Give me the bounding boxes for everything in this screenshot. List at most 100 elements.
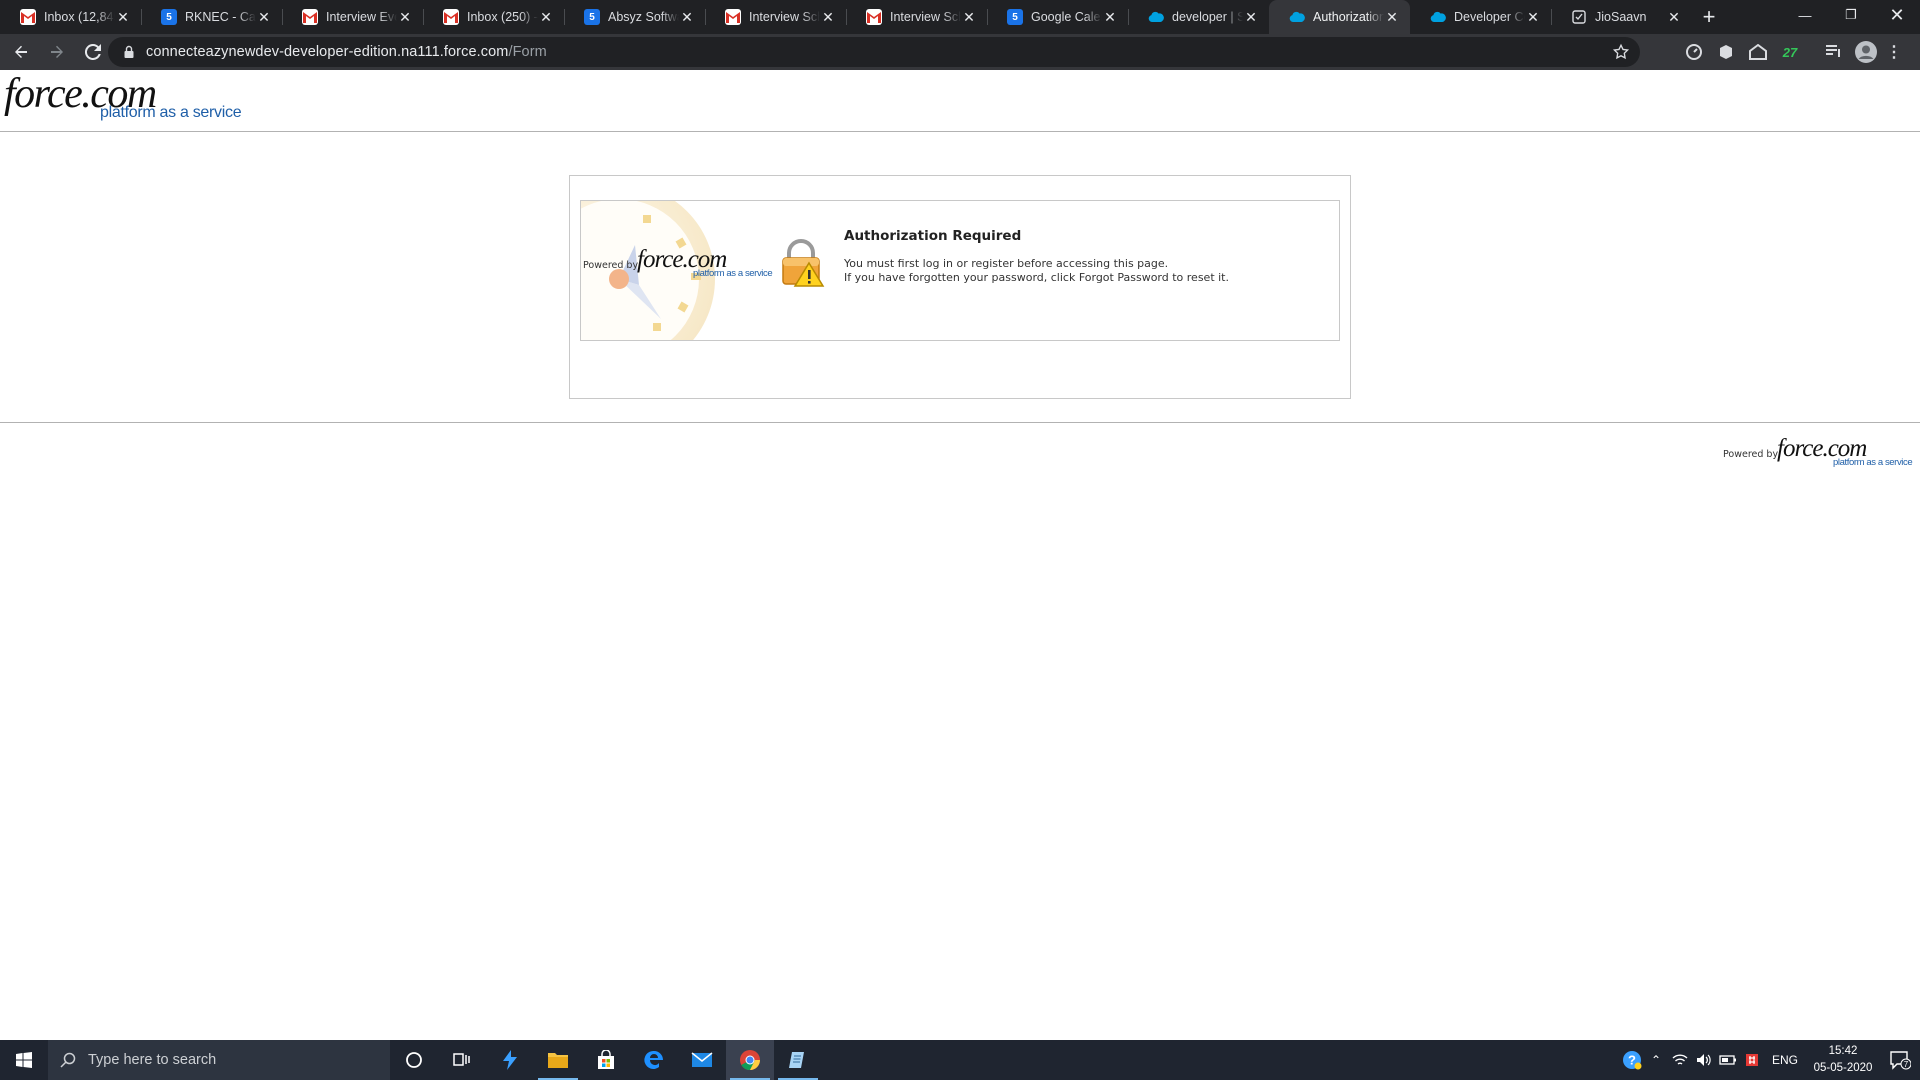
- gmail-icon: [302, 9, 318, 25]
- taskbar-edge[interactable]: [630, 1040, 678, 1080]
- lock-icon[interactable]: [122, 45, 136, 59]
- clock-time: 15:42: [1828, 1045, 1858, 1057]
- extension-speedometer-icon[interactable]: [1678, 34, 1710, 70]
- tab-9[interactable]: Authorization ✕: [1269, 0, 1410, 34]
- tab-close-icon[interactable]: ✕: [256, 9, 272, 25]
- salesforce-cloud-icon: [1289, 9, 1305, 25]
- tab-close-icon[interactable]: ✕: [961, 9, 977, 25]
- tab-title: Authorization: [1313, 10, 1384, 24]
- tab-close-icon[interactable]: ✕: [679, 9, 695, 25]
- minimize-icon[interactable]: —: [1782, 0, 1828, 30]
- tab-1[interactable]: 5 RKNEC - Calendar✕: [141, 0, 282, 34]
- salesforce-cloud-icon: [1148, 9, 1164, 25]
- tab-title: Google Calendar: [1031, 10, 1102, 24]
- tab-close-icon[interactable]: ✕: [1243, 9, 1259, 25]
- gmail-icon: [20, 9, 36, 25]
- close-window-icon[interactable]: ✕: [1874, 0, 1920, 30]
- tab-close-icon[interactable]: ✕: [820, 9, 836, 25]
- powered-by-force-footer[interactable]: Powered by force.com platform as a servi…: [1723, 435, 1913, 471]
- auth-message-line-2: If you have forgotten your password, cli…: [844, 271, 1229, 284]
- clock-date: 05-05-2020: [1813, 1062, 1873, 1074]
- tab-title: RKNEC - Calendar: [185, 10, 256, 24]
- media-queue-icon[interactable]: [1818, 34, 1850, 70]
- gmail-icon: [866, 9, 882, 25]
- browser-toolbar: connecteazynewdev-developer-edition.na11…: [0, 34, 1920, 70]
- edge-icon: [644, 1050, 663, 1069]
- tab-4[interactable]: 5 Absyz Software✕: [564, 0, 705, 34]
- language-indicator[interactable]: ENG: [1772, 1053, 1798, 1067]
- extension-home-icon[interactable]: [1742, 34, 1774, 70]
- taskbar-clock[interactable]: 15:42 05-05-2020: [1806, 1043, 1880, 1077]
- mail-icon: [691, 1052, 713, 1067]
- volume-icon[interactable]: [1692, 1040, 1716, 1080]
- tab-close-icon[interactable]: ✕: [1666, 9, 1682, 25]
- jiosaavn-icon: [1571, 9, 1587, 25]
- taskbar-file-explorer[interactable]: [534, 1040, 582, 1080]
- lightning-app-icon: [503, 1050, 517, 1070]
- bookmark-star-icon[interactable]: [1612, 43, 1630, 61]
- tab-close-icon[interactable]: ✕: [397, 9, 413, 25]
- forward-arrow-icon: [51, 45, 63, 58]
- tab-2[interactable]: Interview Events✕: [282, 0, 423, 34]
- tab-title: Inbox (250) - p: [467, 10, 538, 24]
- tab-7[interactable]: 5 Google Calendar✕: [987, 0, 1128, 34]
- cortana-icon: [406, 1052, 422, 1068]
- menu-kebab-icon[interactable]: ⋮: [1882, 34, 1906, 70]
- browser-tab-strip: Inbox (12,845) - g✕5RKNEC - Calendar✕Int…: [0, 0, 1920, 34]
- taskbar-store[interactable]: [582, 1040, 630, 1080]
- taskbar-vscode[interactable]: [486, 1040, 534, 1080]
- site-header: force.com platform as a service: [0, 70, 1920, 132]
- search-icon: [60, 1052, 76, 1068]
- network-adapter-icon[interactable]: [1740, 1040, 1764, 1080]
- tab-title: Absyz Software: [608, 10, 679, 24]
- new-tab-button[interactable]: +: [1692, 0, 1726, 34]
- tab-5[interactable]: Interview Schedule✕: [705, 0, 846, 34]
- task-view-button[interactable]: [438, 1040, 486, 1080]
- calendar-icon: 5: [1007, 9, 1023, 25]
- taskbar-notepad-app[interactable]: [774, 1040, 822, 1080]
- taskbar-chrome[interactable]: [726, 1040, 774, 1080]
- tab-0[interactable]: Inbox (12,845) - g✕: [0, 0, 141, 34]
- taskbar-mail[interactable]: [678, 1040, 726, 1080]
- window-controls: — ❐ ✕: [1782, 0, 1920, 30]
- calendar-icon: 5: [584, 9, 600, 25]
- powered-by-force-panel[interactable]: Powered by force.com platform as a servi…: [583, 246, 773, 282]
- auth-title: Authorization Required: [844, 228, 1022, 244]
- calendar-icon: 5: [161, 9, 177, 25]
- folder-icon: [548, 1053, 568, 1068]
- help-badge-icon[interactable]: ?: [1620, 1040, 1644, 1080]
- profile-avatar-icon[interactable]: [1850, 34, 1882, 70]
- tab-8[interactable]: developer | Sa✕: [1128, 0, 1269, 34]
- tab-close-icon[interactable]: ✕: [115, 9, 131, 25]
- extension-badge-icon[interactable]: 27: [1774, 34, 1806, 70]
- footer-divider: [0, 422, 1920, 423]
- battery-icon[interactable]: [1716, 1040, 1740, 1080]
- back-button[interactable]: [6, 37, 36, 67]
- tab-10[interactable]: Developer Co ✕: [1410, 0, 1551, 34]
- address-bar[interactable]: connecteazynewdev-developer-edition.na11…: [108, 37, 1640, 67]
- tab-title: developer | Sa: [1172, 10, 1243, 24]
- reload-button[interactable]: [78, 37, 108, 67]
- salesforce-cloud-icon: [1430, 9, 1446, 25]
- restore-icon[interactable]: ❐: [1828, 0, 1874, 30]
- gmail-icon: [443, 9, 459, 25]
- tab-close-icon[interactable]: ✕: [1384, 9, 1400, 25]
- extension-cube-icon[interactable]: [1710, 34, 1742, 70]
- cortana-button[interactable]: [390, 1040, 438, 1080]
- taskbar-search[interactable]: Type here to search: [48, 1040, 390, 1080]
- chevron-up-icon[interactable]: ⌃: [1644, 1040, 1668, 1080]
- tab-close-icon[interactable]: ✕: [1102, 9, 1118, 25]
- tab-close-icon[interactable]: ✕: [1525, 9, 1541, 25]
- start-button[interactable]: [0, 1040, 48, 1080]
- tab-3[interactable]: Inbox (250) - p✕: [423, 0, 564, 34]
- back-arrow-icon: [15, 45, 27, 58]
- windows-logo-icon: [16, 1052, 32, 1068]
- tab-close-icon[interactable]: ✕: [538, 9, 554, 25]
- forward-button[interactable]: [42, 37, 72, 67]
- system-tray: ? ⌃ ENG 15:42 05-05-2020 7: [1620, 1040, 1920, 1080]
- wifi-icon[interactable]: [1668, 1040, 1692, 1080]
- tab-6[interactable]: Interview Schedule✕: [846, 0, 987, 34]
- action-center-button[interactable]: 7: [1880, 1050, 1920, 1070]
- page-content: force.com platform as a service Authoriz…: [0, 70, 1920, 1040]
- tab-11[interactable]: JioSaavn ✕: [1551, 0, 1692, 34]
